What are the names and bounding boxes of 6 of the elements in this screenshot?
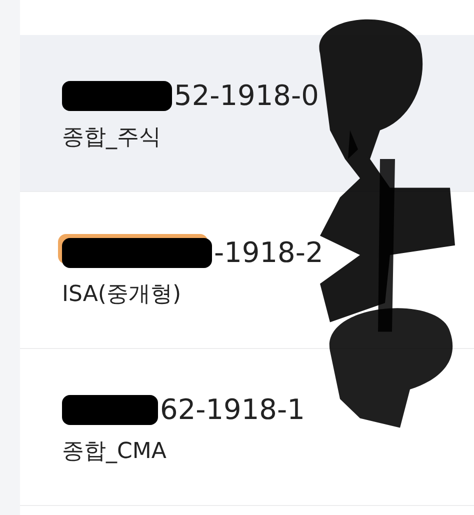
account-type: ISA(중개형) xyxy=(62,281,182,309)
account-number: 62-1918-1 xyxy=(160,393,305,426)
account-type: 종합_CMA xyxy=(62,438,168,466)
account-number: -1918-2 xyxy=(214,236,324,269)
account-type: 종합_주식 xyxy=(62,124,162,152)
account-number: 52-1918-0 xyxy=(174,79,319,112)
